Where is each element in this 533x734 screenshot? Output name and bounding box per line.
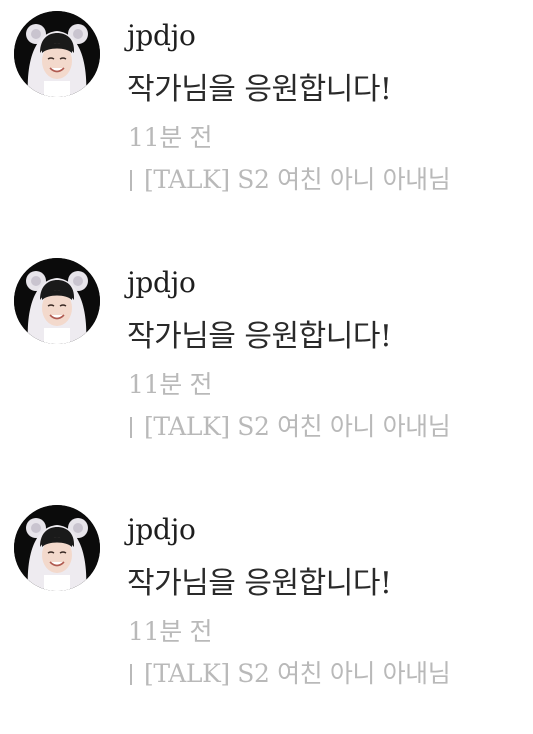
- source-title: [TALK] S2 여친 아니 아내님: [144, 165, 451, 194]
- username[interactable]: jpdjo: [127, 512, 196, 548]
- separator-bar: [130, 664, 132, 685]
- comment-item: jpdjo 작가님을 응원합니다! 11분 전 [TALK] S2 여친 아니 …: [0, 494, 533, 734]
- comment-item: jpdjo 작가님을 응원합니다! 11분 전 [TALK] S2 여친 아니 …: [0, 0, 533, 240]
- comment-text: 작가님을 응원합니다!: [127, 72, 392, 107]
- profile-photo-icon: [14, 258, 100, 344]
- user-avatar[interactable]: [14, 11, 100, 97]
- source-link[interactable]: [TALK] S2 여친 아니 아내님: [126, 163, 451, 197]
- timestamp: 11분 전: [128, 370, 213, 399]
- separator-bar: [130, 417, 132, 438]
- comment-text: 작가님을 응원합니다!: [127, 319, 392, 354]
- profile-photo-icon: [14, 505, 100, 591]
- user-avatar[interactable]: [14, 505, 100, 591]
- source-title: [TALK] S2 여친 아니 아내님: [144, 412, 451, 441]
- user-avatar[interactable]: [14, 258, 100, 344]
- profile-photo-icon: [14, 11, 100, 97]
- source-title: [TALK] S2 여친 아니 아내님: [144, 659, 451, 688]
- comment-list: jpdjo 작가님을 응원합니다! 11분 전 [TALK] S2 여친 아니 …: [0, 0, 533, 727]
- separator-bar: [130, 170, 132, 191]
- source-link[interactable]: [TALK] S2 여친 아니 아내님: [126, 657, 451, 691]
- timestamp: 11분 전: [128, 123, 213, 152]
- username[interactable]: jpdjo: [127, 265, 196, 301]
- source-link[interactable]: [TALK] S2 여친 아니 아내님: [126, 410, 451, 444]
- username[interactable]: jpdjo: [127, 18, 196, 54]
- comment-item: jpdjo 작가님을 응원합니다! 11분 전 [TALK] S2 여친 아니 …: [0, 247, 533, 487]
- timestamp: 11분 전: [128, 617, 213, 646]
- comment-text: 작가님을 응원합니다!: [127, 566, 392, 601]
